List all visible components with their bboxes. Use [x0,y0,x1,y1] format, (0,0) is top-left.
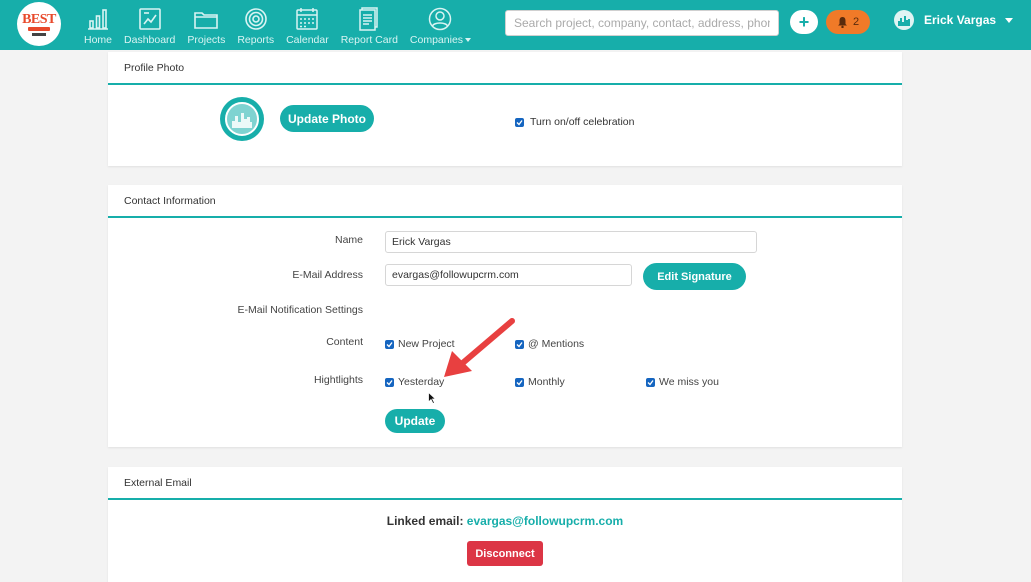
name-field[interactable] [385,231,757,253]
panel-title: Profile Photo [108,52,902,85]
skyline-icon [898,16,910,26]
main-nav: Home Dashboard Projects Reports Calendar… [78,4,477,46]
external-email-panel: External Email Linked email: evargas@fol… [108,467,902,582]
checkbox-label: We miss you [659,376,719,388]
nav-calendar-label: Calendar [286,34,329,46]
add-button[interactable]: + [790,10,818,34]
avatar [894,10,914,30]
checkbox-label: Monthly [528,376,565,388]
skyline-icon [232,113,252,128]
nav-report-card-label: Report Card [340,34,398,46]
nav-home-label: Home [84,34,113,46]
user-name: Erick Vargas [924,13,997,27]
highlights-label: Hightlights [313,374,363,386]
highlight-monthly-checkbox[interactable]: Monthly [515,376,565,388]
content-label: Content [326,336,363,348]
notification-count: 2 [852,16,860,28]
profile-photo-panel: Profile Photo Update Photo Turn on/off c… [108,52,902,166]
nav-home[interactable]: Home [78,4,118,46]
report-card-icon [359,7,379,31]
chevron-down-icon [1005,17,1014,23]
celebration-label: Turn on/off celebration [530,116,635,128]
bell-icon [837,17,847,28]
linked-email-value: evargas@followupcrm.com [466,514,624,528]
highlight-yesterday-checkbox[interactable]: Yesterday [385,376,444,388]
nav-companies-label: Companies [409,34,464,46]
name-label: Name [334,234,363,246]
update-button[interactable]: Update [385,409,445,433]
nav-projects-label: Projects [187,34,226,46]
nav-dashboard[interactable]: Dashboard [118,4,181,46]
nav-reports[interactable]: Reports [231,4,280,46]
panel-title: Contact Information [108,185,902,218]
notifications-button[interactable]: 2 [826,10,870,34]
linked-email-label: Linked email: [386,514,464,528]
nav-report-card[interactable]: Report Card [335,4,404,46]
content-mentions-checkbox[interactable]: @ Mentions [515,338,584,350]
nav-companies[interactable]: Companies [404,4,477,46]
plus-icon: + [798,11,810,32]
panel-title: External Email [108,467,902,500]
linked-email: Linked email: evargas@followupcrm.com [108,514,902,528]
checkbox-checked-icon[interactable] [385,339,394,349]
edit-signature-button[interactable]: Edit Signature [643,263,746,290]
calendar-icon [296,8,319,30]
update-photo-button[interactable]: Update Photo [280,105,374,132]
email-notification-settings-label: E-Mail Notification Settings [237,304,363,316]
chevron-down-icon [465,38,472,43]
best-logo[interactable]: BEST [17,2,61,46]
checkbox-checked-icon[interactable] [646,377,655,387]
dashboard-icon [138,8,161,30]
annotation-arrow-icon [444,318,515,377]
search-input[interactable] [505,10,779,36]
highlight-we-miss-you-checkbox[interactable]: We miss you [646,376,719,388]
user-circle-icon [429,7,452,31]
nav-reports-label: Reports [237,34,275,46]
email-field[interactable] [385,264,632,286]
mouse-cursor-icon [428,392,436,404]
bar-chart-icon [88,9,108,30]
folder-icon [194,12,219,29]
email-label: E-Mail Address [292,269,363,281]
nav-dashboard-label: Dashboard [124,34,176,46]
user-menu[interactable]: Erick Vargas [894,10,1014,30]
top-navbar: BEST Home Dashboard Projects Reports Cal… [0,0,1031,50]
celebration-toggle[interactable]: Turn on/off celebration [515,116,634,128]
checkbox-label: @ Mentions [528,338,585,350]
target-icon [244,8,267,30]
nav-calendar[interactable]: Calendar [280,4,335,46]
profile-avatar [220,97,264,141]
checkbox-checked-icon[interactable] [385,377,394,387]
checkbox-checked-icon[interactable] [515,117,524,127]
disconnect-button[interactable]: Disconnect [467,541,543,566]
nav-projects[interactable]: Projects [181,4,231,46]
